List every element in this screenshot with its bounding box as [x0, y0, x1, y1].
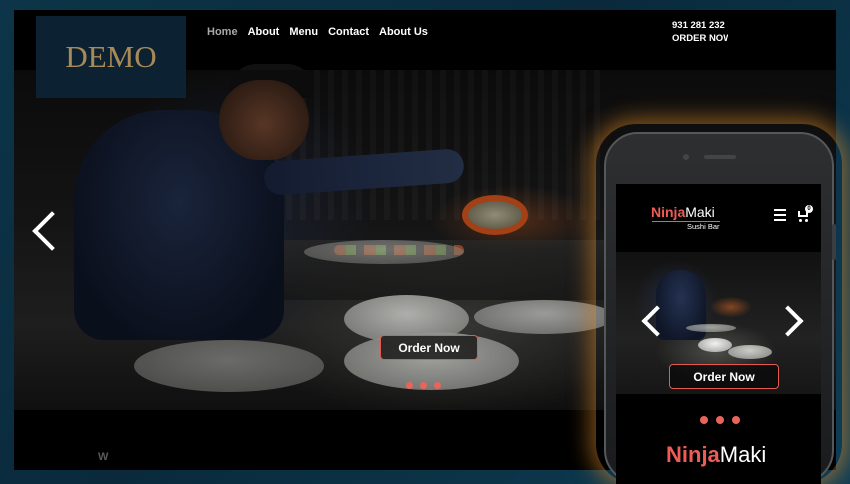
- contact-info: 931 281 232 ORDER NOW: [672, 19, 728, 45]
- phone-speaker: [704, 155, 736, 159]
- bowl: [698, 338, 732, 352]
- brand-ninja: Ninja: [651, 204, 686, 220]
- order-now-link[interactable]: ORDER NOW: [672, 32, 728, 45]
- slider-dot[interactable]: [732, 416, 740, 424]
- slider-dot[interactable]: [716, 416, 724, 424]
- cart-icon[interactable]: 0: [797, 205, 813, 222]
- plate: [686, 324, 736, 332]
- mobile-slider-dots: [700, 416, 740, 424]
- hamburger-icon[interactable]: [774, 209, 786, 224]
- mobile-order-now-button[interactable]: Order Now: [669, 364, 779, 389]
- slider-dot[interactable]: [406, 382, 413, 389]
- slider-dots: [406, 382, 441, 389]
- site-logo[interactable]: DEMO: [36, 16, 186, 98]
- phone-side-button: [832, 224, 836, 260]
- nav-item-about[interactable]: About: [248, 26, 280, 38]
- brand-subtitle: Sushi Bar: [687, 222, 720, 231]
- mobile-brand[interactable]: NinjaMaki: [651, 204, 715, 220]
- slider-dot[interactable]: [420, 382, 427, 389]
- title-maki: Maki: [719, 442, 767, 467]
- cart-count-badge: 0: [805, 205, 813, 213]
- section-heading-fragment: W: [98, 451, 109, 463]
- nav-item-about-us[interactable]: About Us: [379, 26, 428, 38]
- slider-dot[interactable]: [434, 382, 441, 389]
- mobile-screen: NinjaMaki Sushi Bar 0 Order Now NinjaMak…: [616, 184, 821, 484]
- nav-item-home[interactable]: Home: [207, 26, 238, 38]
- mobile-title: NinjaMaki: [666, 442, 766, 468]
- plate: [728, 345, 772, 359]
- phone-number[interactable]: 931 281 232: [672, 19, 728, 32]
- nav-item-menu[interactable]: Menu: [289, 26, 318, 38]
- nav-item-contact[interactable]: Contact: [328, 26, 369, 38]
- main-nav: Home About Menu Contact About Us: [207, 26, 428, 38]
- brand-maki: Maki: [685, 204, 715, 220]
- phone-camera: [683, 154, 689, 160]
- order-now-button[interactable]: Order Now: [380, 335, 478, 360]
- slider-dot[interactable]: [700, 416, 708, 424]
- title-ninja: Ninja: [666, 442, 720, 467]
